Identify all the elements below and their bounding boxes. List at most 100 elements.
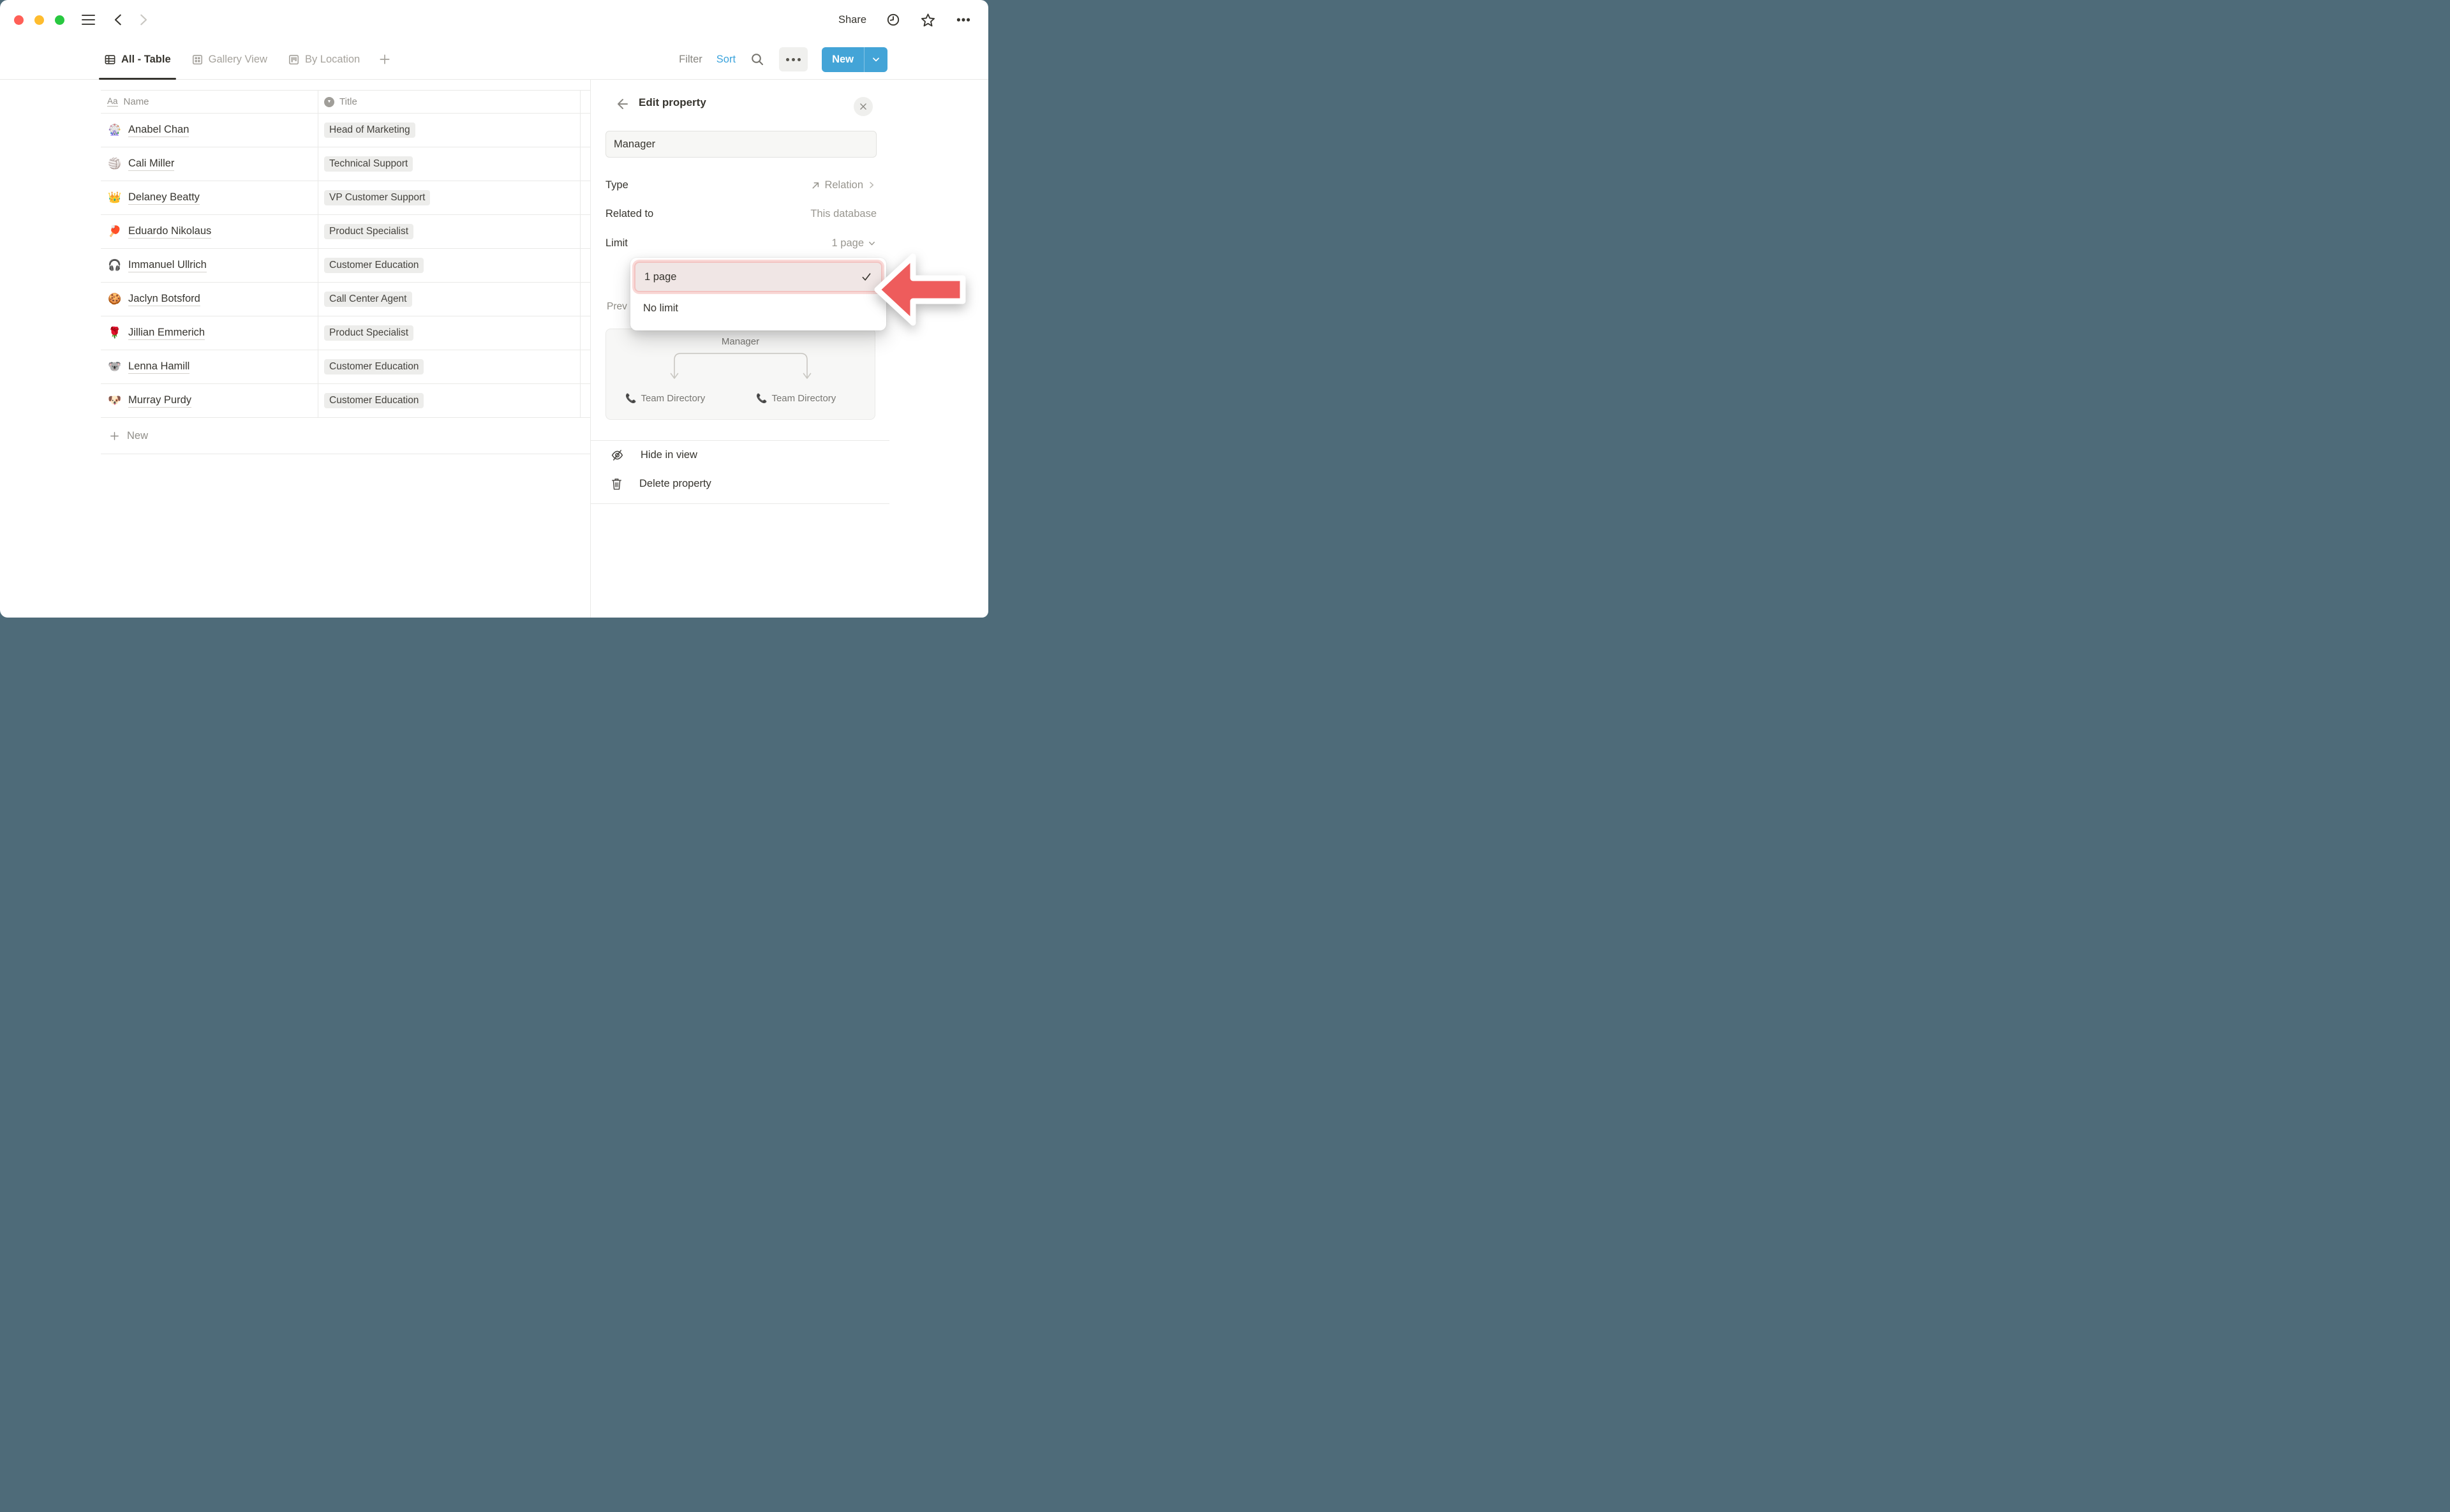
new-button[interactable]: New [822, 47, 887, 72]
title-cell[interactable]: Product Specialist [318, 215, 581, 248]
page-emoji-icon: 🌹 [107, 327, 122, 339]
title-cell[interactable]: Customer Education [318, 249, 581, 282]
page-emoji-icon: 👑 [107, 191, 122, 204]
page-emoji-icon: 🏐 [107, 158, 122, 170]
tab-all-table[interactable]: All - Table [102, 40, 173, 79]
select-property-icon: ▼ [324, 97, 334, 107]
title-cell[interactable]: Customer Education [318, 350, 581, 383]
plus-icon [109, 431, 120, 441]
table-row: 👑Delaney Beatty VP Customer Support [101, 181, 590, 215]
name-cell[interactable]: 🎧Immanuel Ullrich [101, 249, 318, 282]
minimize-window-button[interactable] [34, 15, 44, 25]
preview-child-left: 📞 Team Directory [625, 393, 705, 404]
page-emoji-icon: 🎡 [107, 124, 122, 137]
search-icon[interactable] [750, 52, 765, 67]
table-row: 🐶Murray Purdy Customer Education [101, 384, 590, 418]
panel-back-icon[interactable] [614, 96, 629, 115]
chevron-down-icon [867, 239, 877, 248]
name-cell[interactable]: 🌹Jillian Emmerich [101, 316, 318, 350]
name-cell[interactable]: 🍪Jaclyn Botsford [101, 283, 318, 316]
notion-window: Share All - Table Gallery View [0, 0, 988, 618]
table-row: 🐨Lenna Hamill Customer Education [101, 350, 590, 384]
name-cell[interactable]: 🏐Cali Miller [101, 147, 318, 181]
name-cell[interactable]: 👑Delaney Beatty [101, 181, 318, 214]
view-tabbar: All - Table Gallery View By Location Fil… [0, 40, 988, 80]
column-header-name[interactable]: Aa Name [101, 91, 318, 113]
name-cell[interactable]: 🎡Anabel Chan [101, 114, 318, 147]
table-row: 🍪Jaclyn Botsford Call Center Agent [101, 283, 590, 316]
property-limit-row: Limit 1 page [605, 228, 877, 258]
title-cell[interactable]: Customer Education [318, 384, 581, 417]
title-cell[interactable]: VP Customer Support [318, 181, 581, 214]
table-header-row: Aa Name ▼ Title [101, 90, 590, 114]
name-cell[interactable]: 🐶Murray Purdy [101, 384, 318, 417]
board-icon [288, 54, 300, 66]
title-cell[interactable]: Head of Marketing [318, 114, 581, 147]
panel-divider [591, 503, 889, 504]
related-value[interactable]: This database [810, 208, 877, 220]
relation-connector-lines [664, 348, 817, 384]
tab-by-location[interactable]: By Location [286, 40, 362, 79]
property-name-input[interactable] [605, 131, 877, 158]
title-cell[interactable]: Technical Support [318, 147, 581, 181]
edit-property-panel: Edit property Type Relation Related to T… [590, 80, 988, 618]
table-row: 🌹Jillian Emmerich Product Specialist [101, 316, 590, 350]
title-cell[interactable]: Product Specialist [318, 316, 581, 350]
table-row: 🎡Anabel Chan Head of Marketing [101, 114, 590, 147]
text-property-icon: Aa [107, 97, 118, 107]
page-emoji-icon: 🐶 [107, 394, 122, 407]
back-icon[interactable] [112, 13, 126, 27]
filter-button[interactable]: Filter [679, 54, 702, 66]
sidebar-menu-icon[interactable] [82, 15, 95, 26]
delete-property-button[interactable]: Delete property [591, 470, 889, 498]
view-options-icon[interactable] [779, 47, 808, 71]
name-cell[interactable]: 🏓Eduardo Nikolaus [101, 215, 318, 248]
trash-icon [611, 477, 623, 491]
titlebar: Share [0, 0, 988, 40]
forward-icon[interactable] [136, 13, 150, 27]
property-related-row: Related to This database [605, 199, 877, 228]
more-options-icon[interactable] [955, 11, 972, 28]
table-icon [104, 54, 116, 66]
tab-gallery-view[interactable]: Gallery View [189, 40, 269, 79]
relation-preview-card: Manager 📞 Team Directory 📞 Team Director… [605, 329, 875, 420]
limit-value[interactable]: 1 page [832, 237, 877, 249]
traffic-lights [14, 15, 64, 25]
new-dropdown-chevron-icon[interactable] [865, 47, 887, 72]
column-header-title[interactable]: ▼ Title [318, 91, 581, 113]
page-emoji-icon: 🎧 [107, 259, 122, 272]
page-emoji-icon: 🐨 [107, 360, 122, 373]
zoom-window-button[interactable] [55, 15, 64, 25]
phone-icon: 📞 [625, 393, 636, 404]
sort-button[interactable]: Sort [716, 54, 736, 66]
chevron-right-icon [866, 180, 877, 190]
close-window-button[interactable] [14, 15, 24, 25]
dropdown-option-no-limit[interactable]: No limit [630, 292, 886, 324]
phone-icon: 📞 [756, 393, 767, 404]
updates-clock-icon[interactable] [886, 12, 901, 27]
table-row: 🎧Immanuel Ullrich Customer Education [101, 249, 590, 283]
database-table: Aa Name ▼ Title 🎡Anabel Chan Head of Mar… [101, 90, 590, 454]
title-cell[interactable]: Call Center Agent [318, 283, 581, 316]
page-emoji-icon: 🍪 [107, 293, 122, 306]
preview-child-right: 📞 Team Directory [756, 393, 836, 404]
share-button[interactable]: Share [838, 14, 866, 26]
new-row-button[interactable]: New [101, 418, 590, 454]
preview-label-truncated: Prev [607, 301, 627, 313]
gallery-icon [191, 54, 204, 66]
type-value[interactable]: Relation [810, 179, 877, 191]
checkmark-icon [861, 271, 872, 283]
limit-dropdown-menu: 1 page No limit [630, 258, 886, 330]
relation-arrow-icon [810, 180, 821, 191]
preview-root-label: Manager [606, 336, 875, 347]
panel-title: Edit property [639, 96, 706, 109]
favorite-star-icon[interactable] [920, 12, 936, 28]
name-cell[interactable]: 🐨Lenna Hamill [101, 350, 318, 383]
dropdown-option-1-page[interactable]: 1 page [634, 262, 882, 292]
panel-close-button[interactable] [854, 97, 873, 116]
table-row: 🏓Eduardo Nikolaus Product Specialist [101, 215, 590, 249]
annotation-arrow-left [872, 250, 969, 330]
add-view-plus-icon[interactable] [378, 53, 391, 66]
property-type-row: Type Relation [605, 170, 877, 200]
hide-in-view-button[interactable]: Hide in view [591, 441, 889, 469]
